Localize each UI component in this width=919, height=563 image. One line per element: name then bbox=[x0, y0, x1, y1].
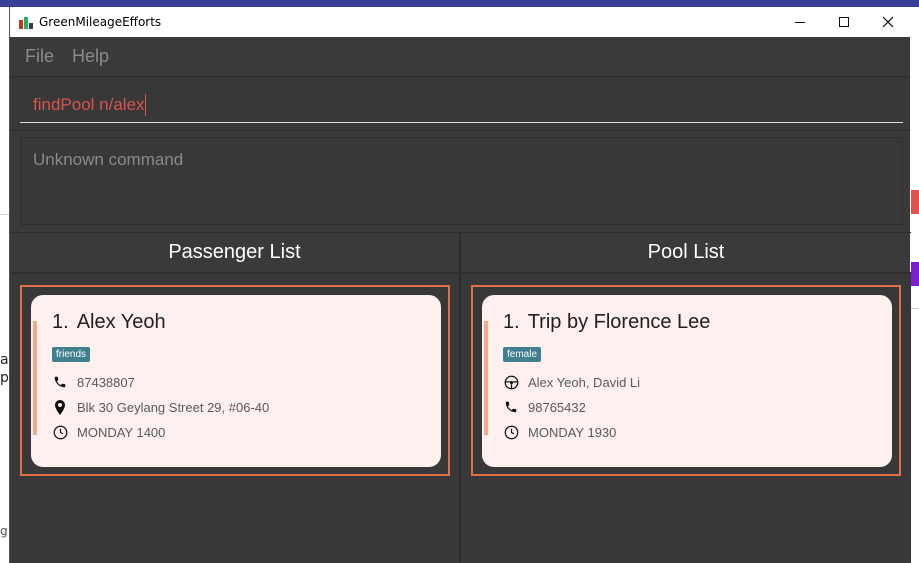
desktop-top-strip bbox=[0, 0, 919, 7]
desktop-glyph: a bbox=[0, 352, 9, 368]
menu-bar: File Help bbox=[10, 37, 910, 77]
desktop-left-divider bbox=[0, 214, 9, 215]
window-title: GreenMileageEfforts bbox=[39, 15, 162, 29]
title-bar[interactable]: GreenMileageEfforts bbox=[10, 7, 910, 37]
passenger-name: 1. Alex Yeoh bbox=[52, 311, 166, 334]
passenger-tag: friends bbox=[52, 347, 91, 362]
command-input[interactable]: findPool n/alex bbox=[20, 87, 903, 123]
close-button[interactable] bbox=[865, 7, 911, 37]
maximize-button[interactable] bbox=[821, 7, 867, 37]
pool-phone: 98765432 bbox=[528, 399, 586, 415]
passenger-address-row: Blk 30 Geylang Street 29, #06-40 bbox=[52, 398, 269, 416]
passenger-list-view[interactable]: 1. Alex Yeoh friends 87438807 Blk 30 Gey… bbox=[10, 274, 459, 563]
pool-passengers-row: Alex Yeoh, David Li bbox=[503, 373, 640, 391]
clock-icon bbox=[52, 424, 68, 440]
pool-name-text: Trip by Florence Lee bbox=[527, 311, 711, 333]
steering-wheel-icon bbox=[503, 374, 519, 390]
pool-name: 1. Trip by Florence Lee bbox=[503, 311, 710, 334]
passenger-list-panel: Passenger List 1. Alex Yeoh friends 8743… bbox=[10, 232, 461, 563]
passenger-time: MONDAY 1400 bbox=[77, 424, 166, 440]
minimize-button[interactable] bbox=[777, 7, 823, 37]
close-icon bbox=[882, 16, 894, 28]
menu-file[interactable]: File bbox=[25, 46, 54, 67]
pool-time: MONDAY 1930 bbox=[528, 424, 617, 440]
pool-tag: female bbox=[503, 347, 542, 362]
pool-index: 1. bbox=[503, 311, 520, 333]
phone-icon bbox=[503, 399, 519, 415]
passenger-list-selection: 1. Alex Yeoh friends 87438807 Blk 30 Gey… bbox=[20, 285, 450, 476]
passenger-time-row: MONDAY 1400 bbox=[52, 423, 165, 441]
passenger-phone-row: 87438807 bbox=[52, 373, 135, 391]
passenger-address: Blk 30 Geylang Street 29, #06-40 bbox=[77, 399, 270, 415]
list-panels: Passenger List 1. Alex Yeoh friends 8743… bbox=[10, 232, 911, 563]
pool-phone-row: 98765432 bbox=[503, 398, 586, 416]
phone-icon bbox=[52, 374, 68, 390]
app-window: GreenMileageEfforts File Help findPool n… bbox=[9, 7, 911, 563]
desktop-purple-block bbox=[911, 262, 919, 286]
command-box: findPool n/alex bbox=[10, 77, 910, 131]
result-display-area: Unknown command bbox=[10, 131, 910, 230]
app-logo-icon bbox=[18, 14, 34, 30]
desktop-glyph: g bbox=[0, 524, 8, 538]
result-display: Unknown command bbox=[20, 137, 903, 225]
desktop-glyph: p bbox=[0, 370, 9, 386]
desktop-left-edge bbox=[0, 7, 9, 563]
pool-list-selection: 1. Trip by Florence Lee female Alex Yeoh,… bbox=[471, 285, 901, 476]
pool-card[interactable]: 1. Trip by Florence Lee female Alex Yeoh,… bbox=[482, 295, 892, 467]
pool-time-row: MONDAY 1930 bbox=[503, 423, 616, 441]
card-accent-bar bbox=[33, 321, 37, 435]
text-caret bbox=[144, 93, 146, 116]
passenger-phone: 87438807 bbox=[77, 374, 135, 390]
pool-list-title: Pool List bbox=[461, 232, 911, 274]
card-accent-bar bbox=[484, 321, 488, 435]
location-pin-icon bbox=[52, 399, 68, 415]
desktop-red-block bbox=[911, 190, 919, 214]
pool-list-panel: Pool List 1. Trip by Florence Lee female bbox=[461, 232, 911, 563]
menu-help[interactable]: Help bbox=[72, 46, 109, 67]
passenger-list-title: Passenger List bbox=[10, 232, 459, 274]
maximize-icon bbox=[839, 17, 849, 27]
minimize-icon bbox=[795, 21, 805, 23]
desktop-divider bbox=[911, 308, 919, 309]
pool-list-view[interactable]: 1. Trip by Florence Lee female Alex Yeoh,… bbox=[461, 274, 911, 563]
pool-passengers: Alex Yeoh, David Li bbox=[528, 374, 641, 390]
clock-icon bbox=[503, 424, 519, 440]
passenger-card[interactable]: 1. Alex Yeoh friends 87438807 Blk 30 Gey… bbox=[31, 295, 441, 467]
command-text: findPool n/alex bbox=[33, 94, 145, 114]
passenger-index: 1. bbox=[52, 311, 69, 333]
passenger-name-text: Alex Yeoh bbox=[76, 311, 166, 333]
